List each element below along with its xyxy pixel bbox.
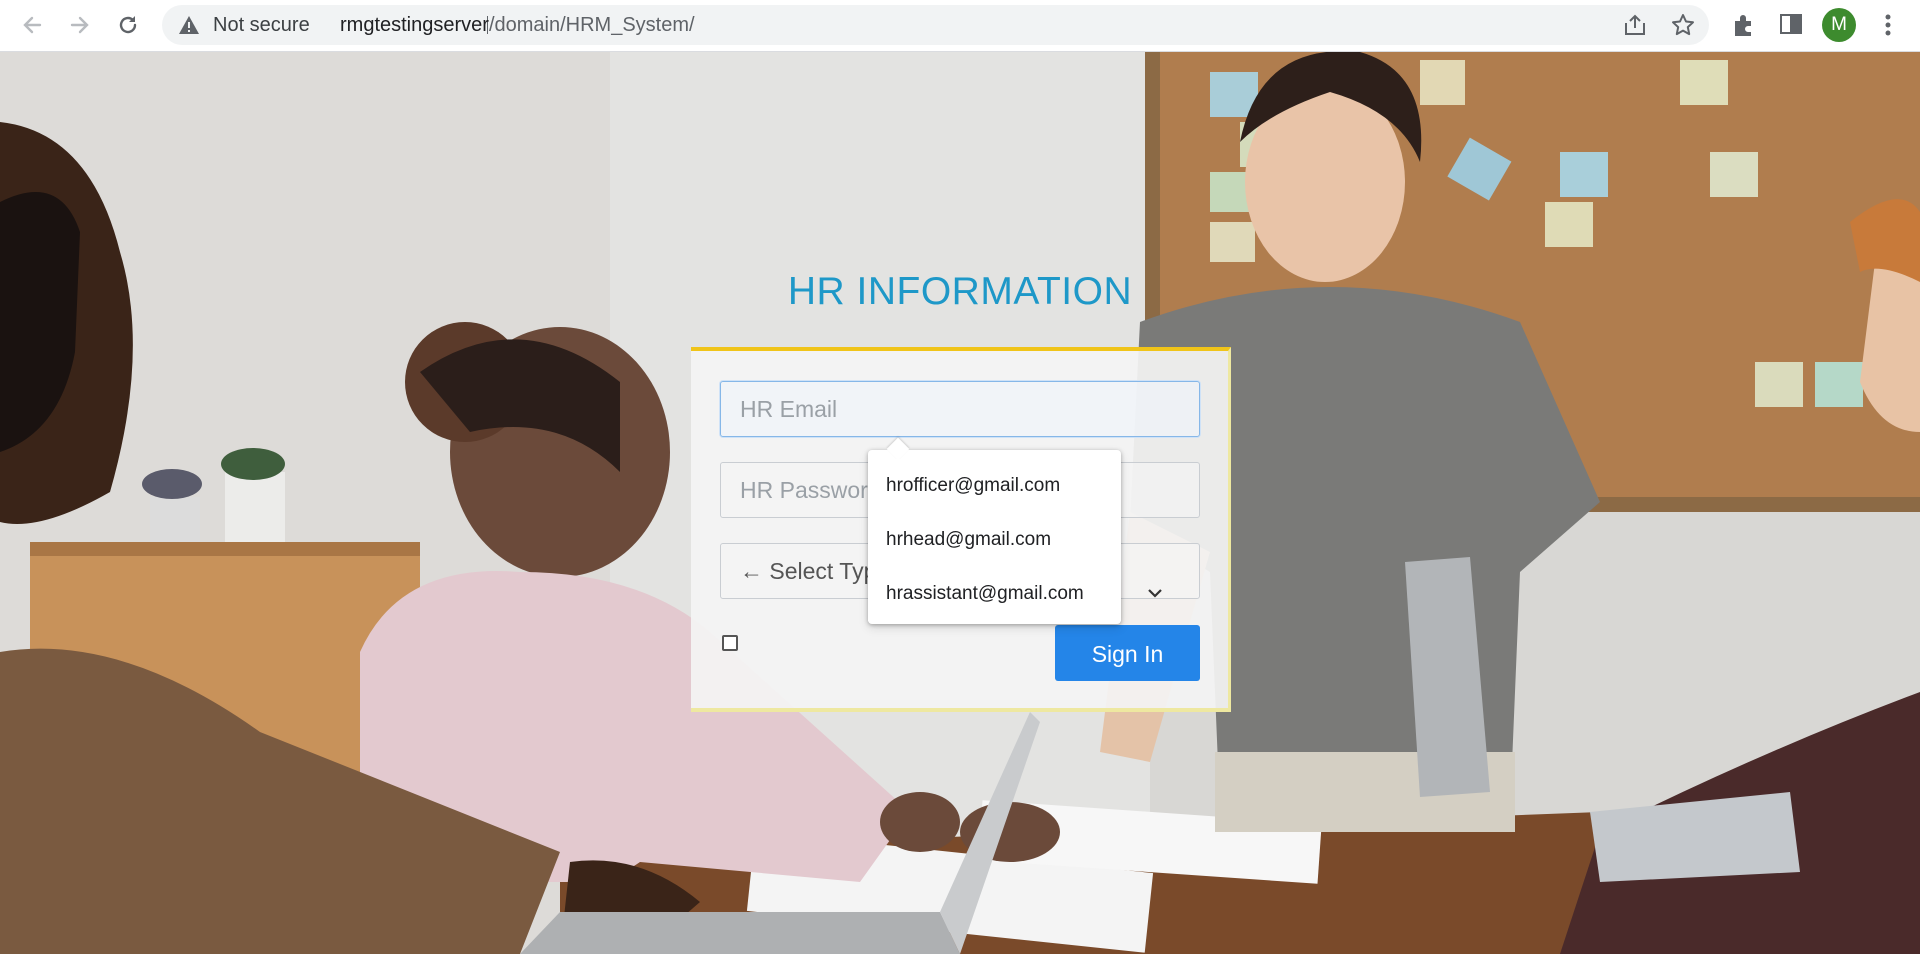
share-icon[interactable] — [1623, 14, 1647, 41]
email-autocomplete-dropdown: hrofficer@gmail.com hrhead@gmail.com hra… — [868, 450, 1121, 624]
back-icon[interactable] — [17, 10, 47, 40]
reload-icon[interactable] — [113, 10, 143, 40]
password-placeholder: HR Password — [740, 477, 881, 503]
url-host: rmgtestingserver — [340, 14, 489, 36]
sign-in-button[interactable]: Sign In — [1055, 625, 1200, 681]
star-icon[interactable] — [1671, 13, 1695, 42]
profile-avatar[interactable]: M — [1822, 8, 1856, 42]
chevron-down-icon — [1147, 564, 1163, 618]
email-field[interactable]: HR Email — [720, 381, 1200, 437]
page-title: HR INFORMATION — [787, 270, 1133, 313]
menu-icon[interactable] — [1878, 11, 1898, 44]
url-path: /domain/HRM_System/ — [488, 14, 695, 36]
autocomplete-item[interactable]: hrofficer@gmail.com — [868, 459, 1121, 513]
browser-toolbar: Not secure rmgtestingserver/domain/HRM_S… — [0, 0, 1920, 52]
security-label: Not secure — [213, 14, 310, 36]
url-text[interactable]: rmgtestingserver/domain/HRM_System/ — [340, 5, 695, 45]
forward-icon[interactable] — [65, 10, 95, 40]
side-panel-icon[interactable] — [1779, 12, 1803, 41]
autocomplete-item[interactable]: hrassistant@gmail.com — [868, 567, 1121, 621]
autocomplete-item[interactable]: hrhead@gmail.com — [868, 513, 1121, 567]
select-value: ← Select Typ — [740, 558, 877, 584]
address-bar[interactable]: Not secure rmgtestingserver/domain/HRM_S… — [162, 5, 1709, 45]
extensions-icon[interactable] — [1731, 12, 1757, 43]
remember-checkbox[interactable] — [722, 635, 738, 651]
warning-icon[interactable] — [178, 15, 200, 40]
email-placeholder: HR Email — [740, 396, 838, 422]
